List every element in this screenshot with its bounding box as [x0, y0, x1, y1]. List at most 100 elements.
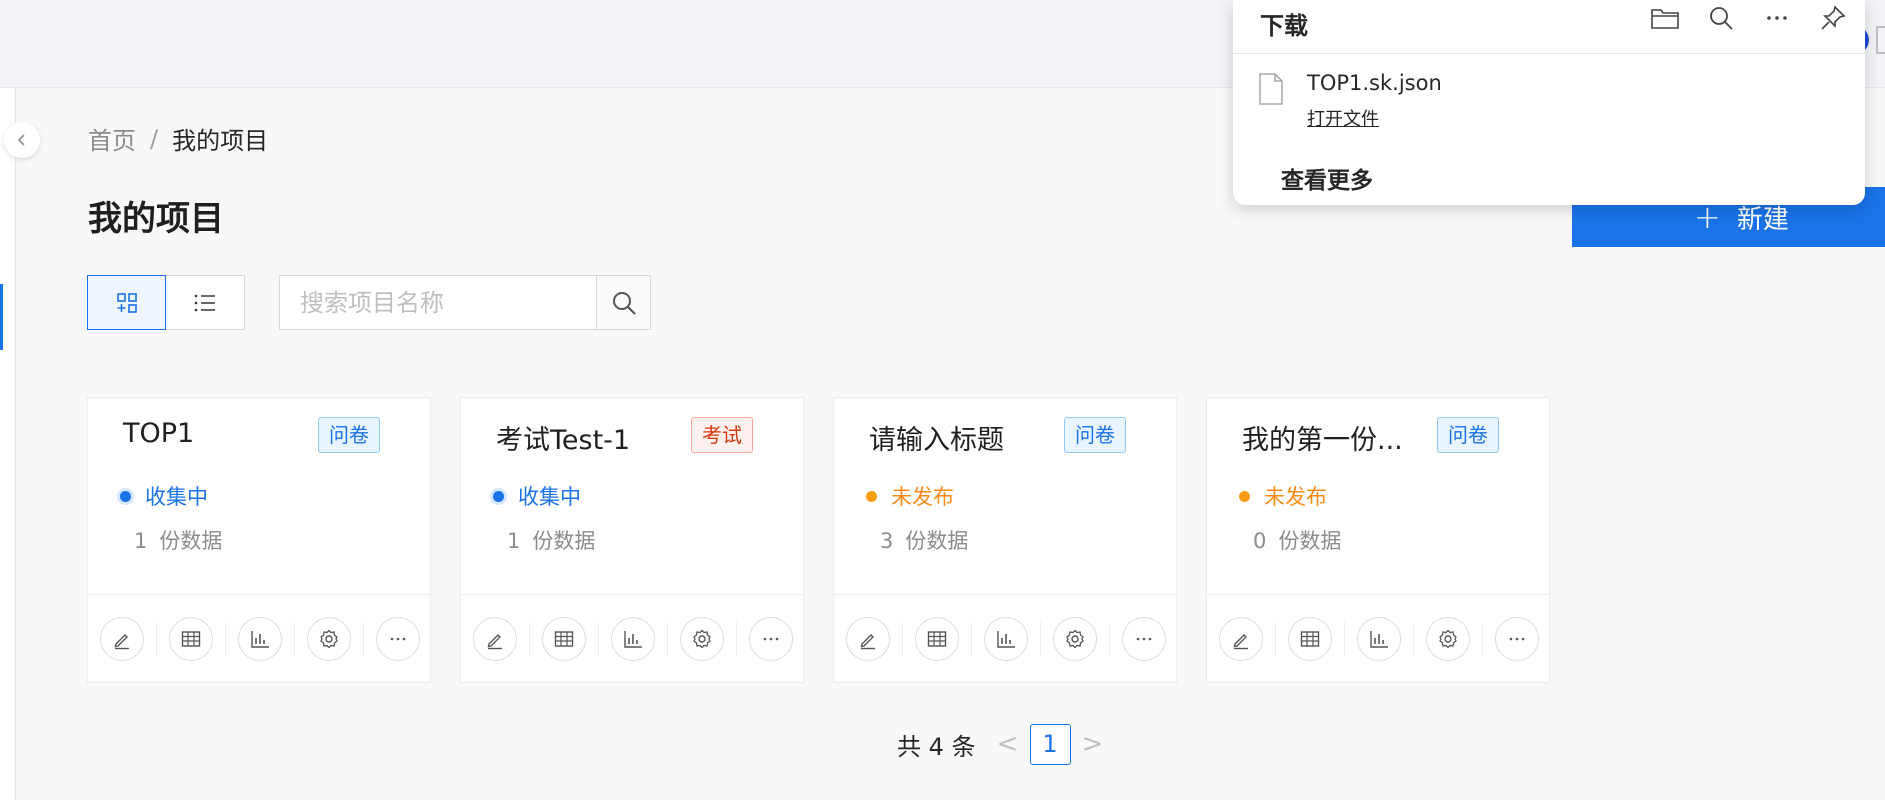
data-table-button[interactable]: [1288, 616, 1332, 661]
card-data-count: 1 份数据: [507, 525, 595, 555]
status-label: 收集中: [145, 485, 208, 509]
card-status: 未发布: [1239, 481, 1327, 511]
edit-icon: [1233, 633, 1248, 649]
status-dot: [120, 490, 131, 502]
card-actions: [834, 594, 1176, 682]
list-view-button[interactable]: [166, 275, 245, 330]
settings-icon: [1066, 629, 1084, 648]
settings-icon: [693, 629, 711, 648]
search-icon: [612, 291, 636, 315]
more-button[interactable]: [1495, 616, 1539, 661]
card-type-tag: 问卷: [1437, 417, 1499, 453]
list-view-icon: [194, 294, 215, 311]
statistics-button[interactable]: [1357, 616, 1401, 661]
status-label: 收集中: [518, 485, 581, 509]
table-icon: [1300, 630, 1320, 647]
card-title: TOP1: [123, 418, 195, 449]
data-table-button[interactable]: [915, 616, 959, 661]
prev-page-button[interactable]: <: [990, 729, 1026, 759]
edit-icon: [114, 633, 129, 649]
breadcrumb-home[interactable]: 首页: [88, 121, 136, 156]
count-unit: 份数据: [1278, 529, 1342, 553]
card-type-tag: 考试: [691, 417, 753, 453]
card-type-tag: 问卷: [1064, 417, 1126, 453]
project-card[interactable]: TOP1 问卷 收集中 1 份数据: [87, 397, 431, 683]
data-table-button[interactable]: [169, 616, 213, 661]
status-dot: [493, 490, 504, 502]
edit-icon: [860, 633, 875, 649]
settings-icon: [320, 629, 338, 648]
search-downloads-button[interactable]: [1705, 0, 1737, 36]
chevron-left-icon: [17, 134, 25, 146]
count-number: 0: [1253, 529, 1267, 553]
open-file-link[interactable]: 打开文件: [1307, 105, 1379, 131]
settings-button[interactable]: [680, 616, 724, 661]
project-card[interactable]: 请输入标题 问卷 未发布 3 份数据: [833, 397, 1177, 683]
settings-icon: [1439, 629, 1457, 648]
grid-view-button[interactable]: [87, 275, 166, 330]
open-folder-button[interactable]: [1649, 0, 1681, 36]
count-unit: 份数据: [159, 529, 223, 553]
pagination: 共 4 条 < 1 >: [897, 723, 1111, 765]
project-card[interactable]: 考试Test-1 考试 收集中 1 份数据: [460, 397, 804, 683]
card-title: 考试Test-1: [496, 425, 631, 456]
statistics-button[interactable]: [238, 616, 282, 661]
card-data-count: 1 份数据: [134, 525, 222, 555]
table-icon: [927, 630, 947, 647]
chart-icon: [624, 630, 642, 648]
chart-icon: [997, 630, 1015, 648]
search-icon: [1710, 7, 1733, 30]
download-panel-title: 下载: [1260, 12, 1308, 40]
grid-view-icon: [116, 292, 137, 313]
card-data-count: 3 份数据: [880, 525, 968, 555]
breadcrumb: 首页 / 我的项目: [88, 121, 268, 156]
sidebar-active-indicator: [0, 284, 3, 350]
more-icon: [1509, 637, 1525, 640]
page-title: 我的项目: [88, 199, 224, 239]
more-button[interactable]: [376, 616, 420, 661]
edit-button[interactable]: [473, 616, 517, 661]
settings-button[interactable]: [307, 616, 351, 661]
chart-icon: [1370, 630, 1388, 648]
count-number: 3: [880, 529, 894, 553]
count-number: 1: [134, 529, 148, 553]
more-icon: [1136, 637, 1152, 640]
more-button[interactable]: [1122, 616, 1166, 661]
edit-button[interactable]: [100, 616, 144, 661]
statistics-button[interactable]: [984, 616, 1028, 661]
count-unit: 份数据: [905, 529, 969, 553]
view-toggle: [87, 275, 245, 330]
folder-icon: [1651, 9, 1679, 29]
sidebar-collapse-button[interactable]: [4, 122, 40, 158]
breadcrumb-current: 我的项目: [172, 127, 269, 155]
more-icon: [763, 637, 779, 640]
pin-panel-button[interactable]: [1817, 0, 1849, 36]
settings-button[interactable]: [1053, 616, 1097, 661]
card-data-count: 0 份数据: [1253, 525, 1341, 555]
card-title: 请输入标题: [869, 425, 1004, 456]
see-more-link[interactable]: 查看更多: [1281, 161, 1373, 195]
card-actions: [1207, 594, 1549, 682]
statistics-button[interactable]: [611, 616, 655, 661]
edit-button[interactable]: [846, 616, 890, 661]
more-button[interactable]: [749, 616, 793, 661]
page-1-button[interactable]: 1: [1029, 723, 1071, 765]
edit-button[interactable]: [1219, 616, 1263, 661]
card-status: 收集中: [120, 481, 208, 511]
card-actions: [461, 594, 803, 682]
download-file-name[interactable]: TOP1.sk.json: [1307, 71, 1442, 95]
project-card[interactable]: 我的第一份... 问卷 未发布 0 份数据: [1206, 397, 1550, 683]
pin-icon: [1821, 5, 1846, 30]
table-icon: [554, 630, 574, 647]
sidebar: [0, 88, 16, 800]
download-panel-header: 下载: [1233, 0, 1865, 54]
search-button[interactable]: [596, 275, 651, 330]
settings-button[interactable]: [1426, 616, 1470, 661]
chart-icon: [251, 630, 269, 648]
card-actions: [88, 594, 430, 682]
download-more-button[interactable]: [1761, 0, 1793, 36]
data-table-button[interactable]: [542, 616, 586, 661]
next-page-button[interactable]: >: [1075, 729, 1111, 759]
status-dot: [866, 490, 877, 502]
search-input[interactable]: [279, 275, 596, 330]
